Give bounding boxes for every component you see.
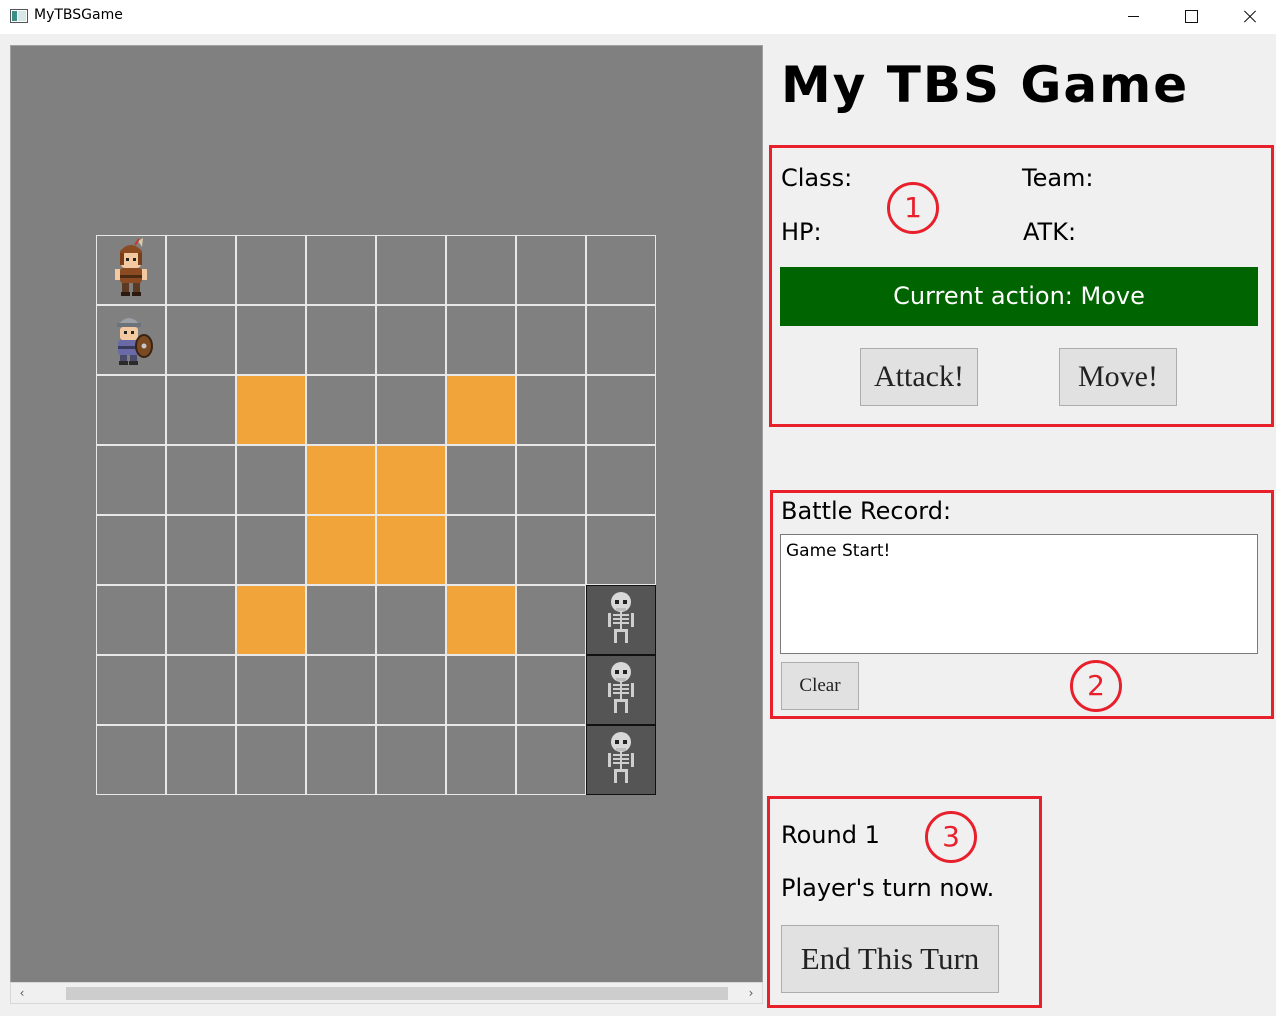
grid-tile[interactable] [166, 655, 236, 725]
highlighted-tile[interactable] [306, 445, 376, 515]
grid-tile[interactable] [586, 235, 656, 305]
grid-tile[interactable] [376, 585, 446, 655]
grid-tile[interactable] [586, 725, 656, 795]
grid-tile[interactable] [96, 235, 166, 305]
grid-tile[interactable] [586, 655, 656, 725]
scroll-thumb[interactable] [66, 987, 728, 1000]
game-title: My TBS Game [781, 56, 1190, 114]
grid-tile[interactable] [236, 515, 306, 585]
skeleton-icon[interactable] [604, 731, 638, 789]
grid-tile[interactable] [166, 725, 236, 795]
clear-button[interactable]: Clear [781, 662, 859, 710]
grid-tile[interactable] [306, 375, 376, 445]
grid-tile[interactable] [306, 305, 376, 375]
highlighted-tile[interactable] [236, 585, 306, 655]
class-label: Class: [781, 164, 853, 192]
maximize-icon[interactable] [1162, 0, 1220, 32]
grid-tile[interactable] [166, 375, 236, 445]
current-action-bar: Current action: Move [780, 267, 1258, 326]
grid-tile[interactable] [376, 235, 446, 305]
grid-tile[interactable] [96, 655, 166, 725]
highlighted-tile[interactable] [376, 515, 446, 585]
grid-tile[interactable] [446, 725, 516, 795]
grid-tile[interactable] [96, 725, 166, 795]
horizontal-scrollbar[interactable]: ‹ › [10, 982, 763, 1004]
grid-tile[interactable] [516, 515, 586, 585]
game-grid [96, 235, 657, 796]
grid-tile[interactable] [306, 725, 376, 795]
grid-tile[interactable] [96, 585, 166, 655]
grid-tile[interactable] [516, 725, 586, 795]
grid-tile[interactable] [96, 375, 166, 445]
grid-tile[interactable] [516, 445, 586, 515]
minimize-icon[interactable] [1104, 0, 1162, 32]
skeleton-icon[interactable] [604, 661, 638, 719]
client-area: ‹ › My TBS Game Class: Team: HP: ATK: 1 … [0, 34, 1276, 1016]
window-title: MyTBSGame [34, 7, 123, 23]
grid-tile[interactable] [446, 305, 516, 375]
grid-tile[interactable] [96, 445, 166, 515]
grid-tile[interactable] [516, 235, 586, 305]
grid-tile[interactable] [446, 445, 516, 515]
grid-tile[interactable] [166, 585, 236, 655]
grid-tile[interactable] [306, 585, 376, 655]
grid-tile[interactable] [586, 445, 656, 515]
viking-warrior-icon[interactable] [109, 237, 153, 303]
close-icon[interactable] [1220, 0, 1276, 32]
grid-tile[interactable] [586, 515, 656, 585]
grid-tile[interactable] [446, 515, 516, 585]
scroll-right-arrow-icon[interactable]: › [740, 983, 762, 1003]
scroll-left-arrow-icon[interactable]: ‹ [11, 983, 33, 1003]
annotation-marker-3: 3 [925, 811, 977, 863]
attack-button[interactable]: Attack! [860, 348, 978, 406]
grid-tile[interactable] [166, 515, 236, 585]
grid-tile[interactable] [166, 235, 236, 305]
grid-tile[interactable] [306, 235, 376, 305]
highlighted-tile[interactable] [446, 375, 516, 445]
highlighted-tile[interactable] [236, 375, 306, 445]
grid-tile[interactable] [586, 585, 656, 655]
highlighted-tile[interactable] [376, 445, 446, 515]
window-title-bar: MyTBSGame [0, 0, 1276, 34]
grid-tile[interactable] [96, 515, 166, 585]
skeleton-icon[interactable] [604, 591, 638, 649]
battle-record-label: Battle Record: [781, 497, 952, 525]
grid-tile[interactable] [516, 585, 586, 655]
grid-tile[interactable] [376, 725, 446, 795]
app-icon [10, 9, 28, 23]
battle-record-log[interactable]: Game Start! [780, 534, 1258, 654]
round-label: Round 1 [781, 821, 880, 849]
grid-tile[interactable] [586, 305, 656, 375]
grid-tile[interactable] [236, 655, 306, 725]
team-label: Team: [1022, 164, 1094, 192]
annotation-marker-2: 2 [1070, 660, 1122, 712]
grid-tile[interactable] [586, 375, 656, 445]
grid-tile[interactable] [516, 305, 586, 375]
grid-tile[interactable] [376, 305, 446, 375]
turn-label: Player's turn now. [781, 874, 995, 902]
grid-tile[interactable] [446, 655, 516, 725]
highlighted-tile[interactable] [446, 585, 516, 655]
grid-tile[interactable] [446, 235, 516, 305]
annotation-marker-1: 1 [887, 182, 939, 234]
map-view[interactable] [10, 45, 763, 1004]
grid-tile[interactable] [166, 305, 236, 375]
end-turn-button[interactable]: End This Turn [781, 925, 999, 993]
hp-label: HP: [781, 218, 822, 246]
grid-tile[interactable] [236, 235, 306, 305]
knight-icon[interactable] [109, 309, 153, 371]
move-button[interactable]: Move! [1059, 348, 1177, 406]
grid-tile[interactable] [236, 305, 306, 375]
grid-tile[interactable] [236, 445, 306, 515]
grid-tile[interactable] [376, 375, 446, 445]
grid-tile[interactable] [376, 655, 446, 725]
grid-tile[interactable] [516, 375, 586, 445]
grid-tile[interactable] [306, 655, 376, 725]
grid-tile[interactable] [166, 445, 236, 515]
atk-label: ATK: [1023, 218, 1077, 246]
grid-tile[interactable] [236, 725, 306, 795]
grid-tile[interactable] [96, 305, 166, 375]
grid-tile[interactable] [516, 655, 586, 725]
highlighted-tile[interactable] [306, 515, 376, 585]
